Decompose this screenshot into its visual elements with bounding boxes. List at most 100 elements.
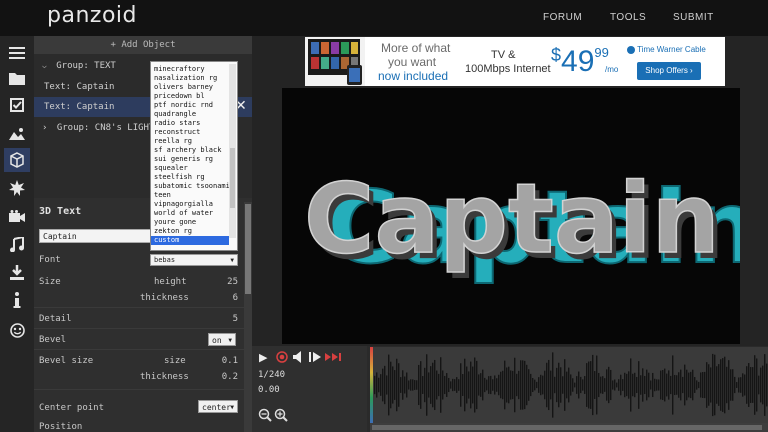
font-option[interactable]: minecraftory: [151, 65, 229, 74]
font-select-value: bebas: [154, 256, 176, 264]
eye-icon: [627, 45, 635, 54]
bevel-size-sub-label: size: [164, 356, 186, 366]
bevel-select-value: on: [212, 336, 222, 345]
divider: [34, 389, 244, 390]
top-bar: panzoid FORUM TOOLS SUBMIT: [0, 0, 768, 36]
detail-label: Detail: [39, 314, 72, 324]
chevron-right-icon[interactable]: ›: [42, 123, 47, 133]
burst-icon[interactable]: [4, 176, 30, 200]
nav-tools-link[interactable]: TOOLS: [610, 12, 646, 23]
font-option[interactable]: pricedown bl: [151, 92, 229, 101]
checkbox-icon[interactable]: [4, 93, 30, 117]
font-option[interactable]: reconstruct: [151, 128, 229, 137]
font-option[interactable]: nasalization rg: [151, 74, 229, 83]
frame-readout: 1/240: [258, 370, 286, 380]
chevron-down-icon[interactable]: ⌵: [42, 61, 47, 70]
font-list-scroll-thumb[interactable]: [230, 148, 235, 208]
zoom-in-icon[interactable]: [274, 408, 288, 427]
ad-price-period: /mo: [605, 65, 619, 74]
volume-icon[interactable]: [293, 351, 305, 366]
step-forward-icon[interactable]: [309, 351, 323, 366]
font-option[interactable]: zekton rg: [151, 227, 229, 236]
font-option[interactable]: radio stars: [151, 119, 229, 128]
cube-icon[interactable]: [4, 148, 30, 172]
font-option[interactable]: sf archery black: [151, 146, 229, 155]
font-option[interactable]: world of water: [151, 209, 229, 218]
font-option[interactable]: squealer: [151, 164, 229, 173]
thickness-label: thickness: [140, 293, 189, 303]
add-object-button[interactable]: + Add Object: [34, 36, 252, 54]
font-option[interactable]: ptf nordic rnd: [151, 101, 229, 110]
download-icon[interactable]: [4, 260, 30, 284]
smiley-icon[interactable]: [4, 318, 30, 342]
group-lights-label: Group: CN8's LIGHTS: [56, 123, 160, 133]
font-option[interactable]: youre gone: [151, 218, 229, 227]
height-label: height: [154, 277, 187, 287]
timeline-scroll-thumb[interactable]: [372, 425, 762, 430]
tv-device-image: [305, 37, 365, 86]
font-dropdown-list[interactable]: minecraftory nasalization rg olivers barne…: [150, 61, 238, 251]
chevron-down-icon: ▼: [230, 257, 234, 264]
properties-title: 3D Text: [39, 206, 82, 217]
font-option[interactable]: quadrangle: [151, 110, 229, 119]
group-text-label: Group: TEXT: [56, 61, 116, 71]
font-option[interactable]: reella rg: [151, 137, 229, 146]
time-warner-logo: Time Warner Cable: [627, 45, 706, 54]
center-point-select-value: center: [202, 403, 231, 412]
bevel-select[interactable]: on ▼: [208, 333, 236, 346]
record-icon[interactable]: [276, 351, 288, 366]
ad-line-2: you want: [388, 55, 437, 69]
nav-forum-link[interactable]: FORUM: [543, 12, 582, 23]
ad-price-cents: 99: [594, 45, 609, 60]
thickness-value[interactable]: 6: [233, 293, 238, 303]
bevel-label: Bevel: [39, 335, 67, 345]
ad-brand: Time Warner Cable: [637, 45, 706, 54]
bevel-size-value[interactable]: 0.1: [222, 356, 238, 366]
zoom-out-icon[interactable]: [258, 408, 272, 427]
nav-submit-link[interactable]: SUBMIT: [673, 12, 714, 23]
ad-price: $4999: [551, 45, 609, 79]
chevron-down-icon: ▼: [230, 404, 234, 411]
ad-offer-1: TV &: [491, 49, 516, 61]
music-icon[interactable]: [4, 232, 30, 256]
captain-front-layer: Captain: [304, 163, 720, 275]
font-option[interactable]: vipnagorgialla: [151, 200, 229, 209]
center-point-label: Center point: [39, 403, 105, 413]
position-label: Position: [39, 422, 83, 432]
waveform-graphic: [374, 352, 768, 418]
font-option[interactable]: steelfish rg: [151, 173, 229, 182]
font-option[interactable]: olivers barney: [151, 83, 229, 92]
preview-canvas[interactable]: Captain Captain Captain: [282, 88, 740, 344]
tool-sidebar: [0, 36, 34, 432]
font-option[interactable]: teen: [151, 191, 229, 200]
info-icon[interactable]: [4, 288, 30, 312]
image-icon[interactable]: [4, 121, 30, 145]
folder-icon[interactable]: [4, 66, 30, 90]
chevron-down-icon: ▼: [228, 337, 232, 344]
ad-line-3: now included: [378, 69, 449, 83]
audio-waveform[interactable]: [370, 347, 768, 423]
font-option[interactable]: custom: [151, 236, 229, 245]
properties-scroll-thumb[interactable]: [245, 204, 251, 294]
bevel-thickness-value[interactable]: 0.2: [222, 372, 238, 382]
bevel-thickness-label: thickness: [140, 372, 189, 382]
ad-banner[interactable]: More of what you want now included TV & …: [305, 37, 725, 86]
detail-value[interactable]: 5: [233, 314, 238, 324]
divider: [34, 307, 244, 308]
menu-icon[interactable]: [4, 40, 30, 64]
divider: [34, 349, 244, 350]
height-value[interactable]: 25: [227, 277, 238, 287]
panzoid-logo[interactable]: panzoid: [47, 3, 137, 28]
font-option[interactable]: subatomic tsoonami: [151, 182, 229, 191]
time-readout: 0.00: [258, 385, 280, 395]
center-point-select[interactable]: center ▼: [198, 400, 238, 413]
loop-icon[interactable]: [325, 351, 341, 366]
divider: [34, 328, 244, 329]
font-option[interactable]: sui generis rg: [151, 155, 229, 164]
ad-offer-2: 100Mbps Internet: [465, 63, 551, 75]
font-select[interactable]: bebas ▼: [150, 254, 238, 266]
camera-icon[interactable]: [4, 204, 30, 228]
play-icon[interactable]: ▶: [259, 351, 267, 364]
captain-3d-text: Captain Captain Captain: [303, 162, 740, 287]
shop-offers-button[interactable]: Shop Offers ›: [637, 62, 701, 80]
